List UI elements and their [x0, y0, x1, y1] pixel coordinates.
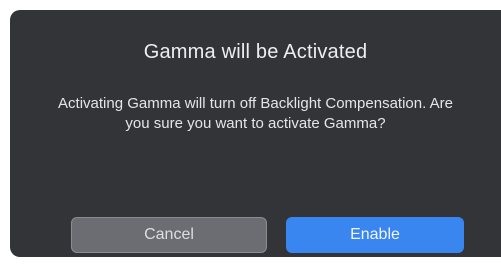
screen: Gamma will be Activated Activating Gamma…	[0, 0, 501, 273]
confirmation-dialog: Gamma will be Activated Activating Gamma…	[10, 10, 501, 257]
dialog-title: Gamma will be Activated	[143, 41, 368, 63]
dialog-message: Activating Gamma will turn off Backlight…	[58, 95, 453, 132]
cancel-button[interactable]: Cancel	[71, 217, 267, 253]
background-strip	[0, 257, 501, 273]
enable-button[interactable]: Enable	[286, 217, 464, 253]
